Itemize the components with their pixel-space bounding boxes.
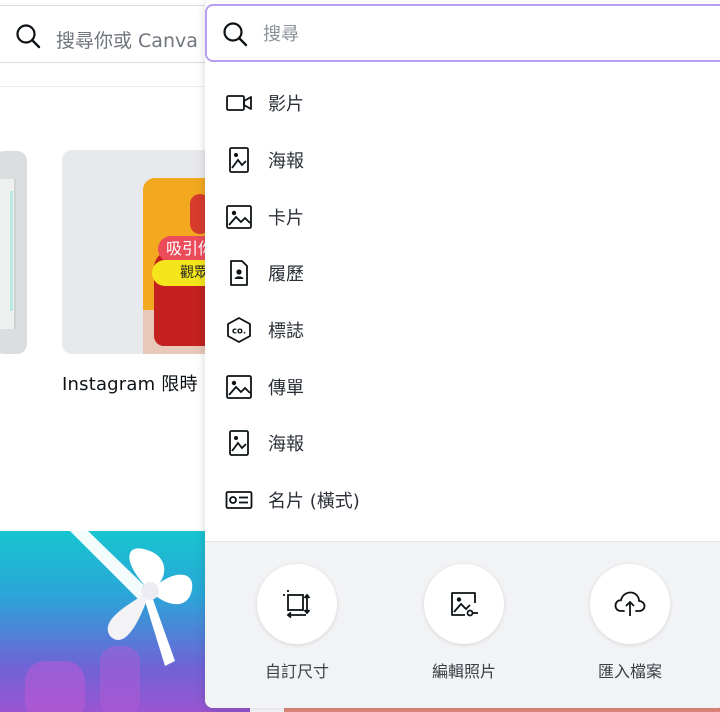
edit-photo-button[interactable]: 編輯照片	[419, 564, 509, 682]
action-label: 編輯照片	[431, 662, 496, 681]
search-icon	[16, 24, 41, 49]
edit-photo-icon	[451, 592, 478, 617]
business-card-icon	[225, 486, 253, 514]
suggestion-logo[interactable]: co. 標誌	[205, 302, 720, 359]
poster-icon	[225, 429, 253, 457]
divider	[0, 86, 210, 87]
search-input[interactable]	[263, 18, 703, 50]
template-thumbnail-left[interactable]	[0, 151, 27, 354]
suggestion-business-card[interactable]: 名片 (橫式)	[205, 472, 720, 529]
search-bar[interactable]	[205, 4, 720, 62]
suggestion-poster[interactable]: 海報	[205, 132, 720, 189]
action-circle[interactable]	[590, 564, 670, 644]
suggestion-video[interactable]: 影片	[205, 75, 720, 132]
custom-size-icon	[283, 590, 311, 619]
search-icon	[223, 22, 248, 47]
custom-size-button[interactable]: 自訂尺寸	[252, 564, 342, 682]
action-circle[interactable]	[257, 564, 337, 644]
poster-icon	[225, 146, 253, 174]
logo-icon: co.	[225, 316, 253, 344]
background-search-placeholder: 搜尋你或 Canva	[56, 30, 198, 52]
action-label: 匯入檔案	[597, 662, 662, 681]
suggestion-card[interactable]: 卡片	[205, 188, 720, 245]
suggestion-label: 標誌	[268, 321, 304, 343]
suggestion-flyer[interactable]: 傳單	[205, 358, 720, 415]
resume-icon	[225, 259, 253, 287]
upload-cloud-icon	[614, 591, 646, 616]
action-label: 自訂尺寸	[264, 662, 329, 681]
suggestion-label: 卡片	[268, 207, 304, 229]
thumbnail-caption[interactable]: Instagram 限時	[62, 370, 198, 396]
image-icon	[225, 373, 253, 401]
suggestion-label: 名片 (橫式)	[268, 491, 360, 513]
background-search-bar[interactable]: 搜尋你或 Canva	[0, 5, 230, 63]
suggestion-list: 影片 海報 卡片 履歷 co. 標誌 傳單 海報 名片 (橫式)	[205, 75, 720, 529]
import-file-button[interactable]: 匯入檔案	[585, 564, 675, 682]
quick-actions-panel: 自訂尺寸 編輯照片 匯入檔案	[205, 541, 720, 708]
suggestion-label: 履歷	[268, 264, 304, 286]
search-dropdown: 影片 海報 卡片 履歷 co. 標誌 傳單 海報 名片 (橫式)	[205, 0, 720, 708]
suggestion-label: 海報	[268, 434, 304, 456]
suggestion-label: 海報	[268, 151, 304, 173]
template-thumbnail-instagram[interactable]: 吸引你 觀眾	[62, 150, 222, 354]
svg-text:co.: co.	[232, 327, 246, 337]
video-icon	[225, 89, 253, 117]
suggestion-poster-2[interactable]: 海報	[205, 415, 720, 472]
action-circle[interactable]	[424, 564, 504, 644]
suggestion-resume[interactable]: 履歷	[205, 245, 720, 302]
thumbnail-inner	[0, 179, 16, 329]
image-icon	[225, 203, 253, 231]
thumbnail-stripe	[10, 191, 13, 311]
suggestion-label: 影片	[268, 94, 304, 116]
suggestion-label: 傳單	[268, 377, 304, 399]
